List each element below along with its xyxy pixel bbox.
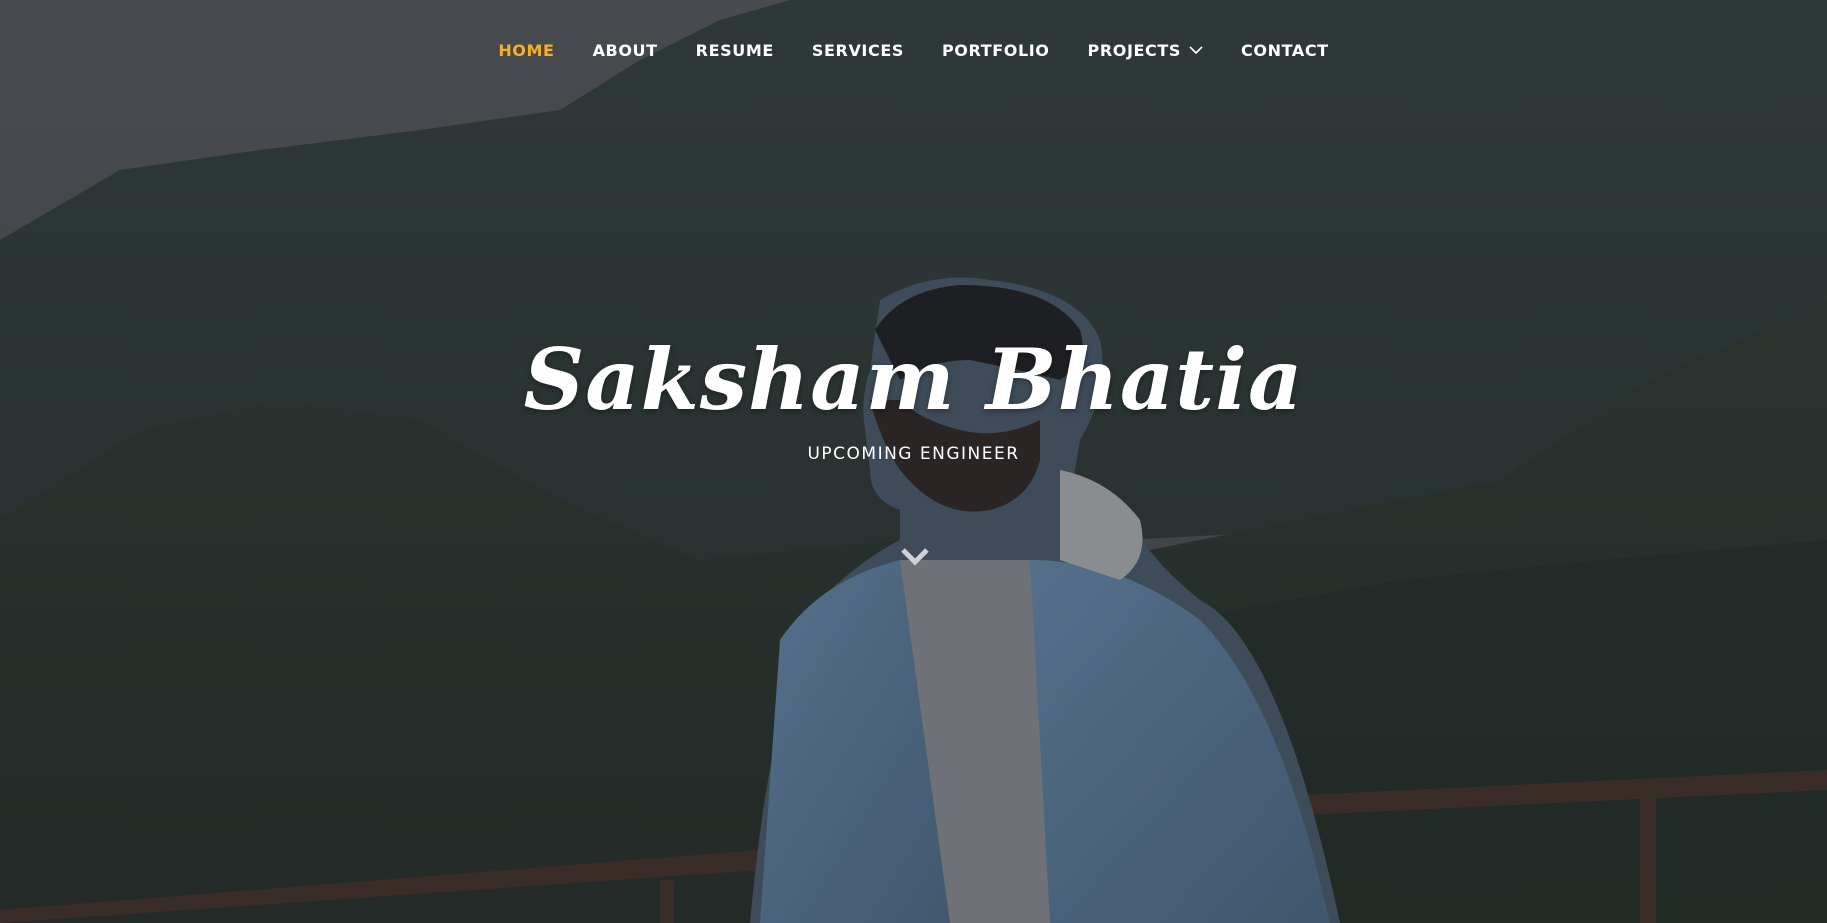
nav-list: HOME ABOUT RESUME SERVICES PORTFOLIO PRO…	[479, 30, 1347, 70]
nav-item-label: HOME	[498, 40, 555, 60]
nav-item-home[interactable]: HOME	[479, 30, 573, 70]
nav-item-portfolio[interactable]: PORTFOLIO	[923, 30, 1069, 70]
nav-item-label: CONTACT	[1241, 40, 1329, 60]
hero-title: Saksham Bhatia	[523, 330, 1304, 429]
nav-item-services[interactable]: SERVICES	[793, 30, 923, 70]
chevron-down-icon[interactable]	[900, 545, 930, 569]
hero-section: HOME ABOUT RESUME SERVICES PORTFOLIO PRO…	[0, 0, 1827, 923]
nav-item-label: ABOUT	[592, 40, 658, 60]
hero-tagline: UPCOMING ENGINEER	[807, 444, 1020, 464]
nav-item-resume[interactable]: RESUME	[677, 30, 793, 70]
nav-item-label: SERVICES	[811, 40, 904, 60]
chevron-down-icon	[1189, 46, 1203, 55]
nav-item-label: PROJECTS	[1087, 40, 1182, 60]
nav-item-contact[interactable]: CONTACT	[1222, 30, 1348, 70]
nav-item-label: RESUME	[695, 40, 774, 60]
nav-item-label: PORTFOLIO	[941, 40, 1050, 60]
nav-item-projects[interactable]: PROJECTS	[1069, 30, 1223, 70]
main-navigation: HOME ABOUT RESUME SERVICES PORTFOLIO PRO…	[0, 0, 1827, 100]
nav-item-about[interactable]: ABOUT	[574, 30, 677, 70]
